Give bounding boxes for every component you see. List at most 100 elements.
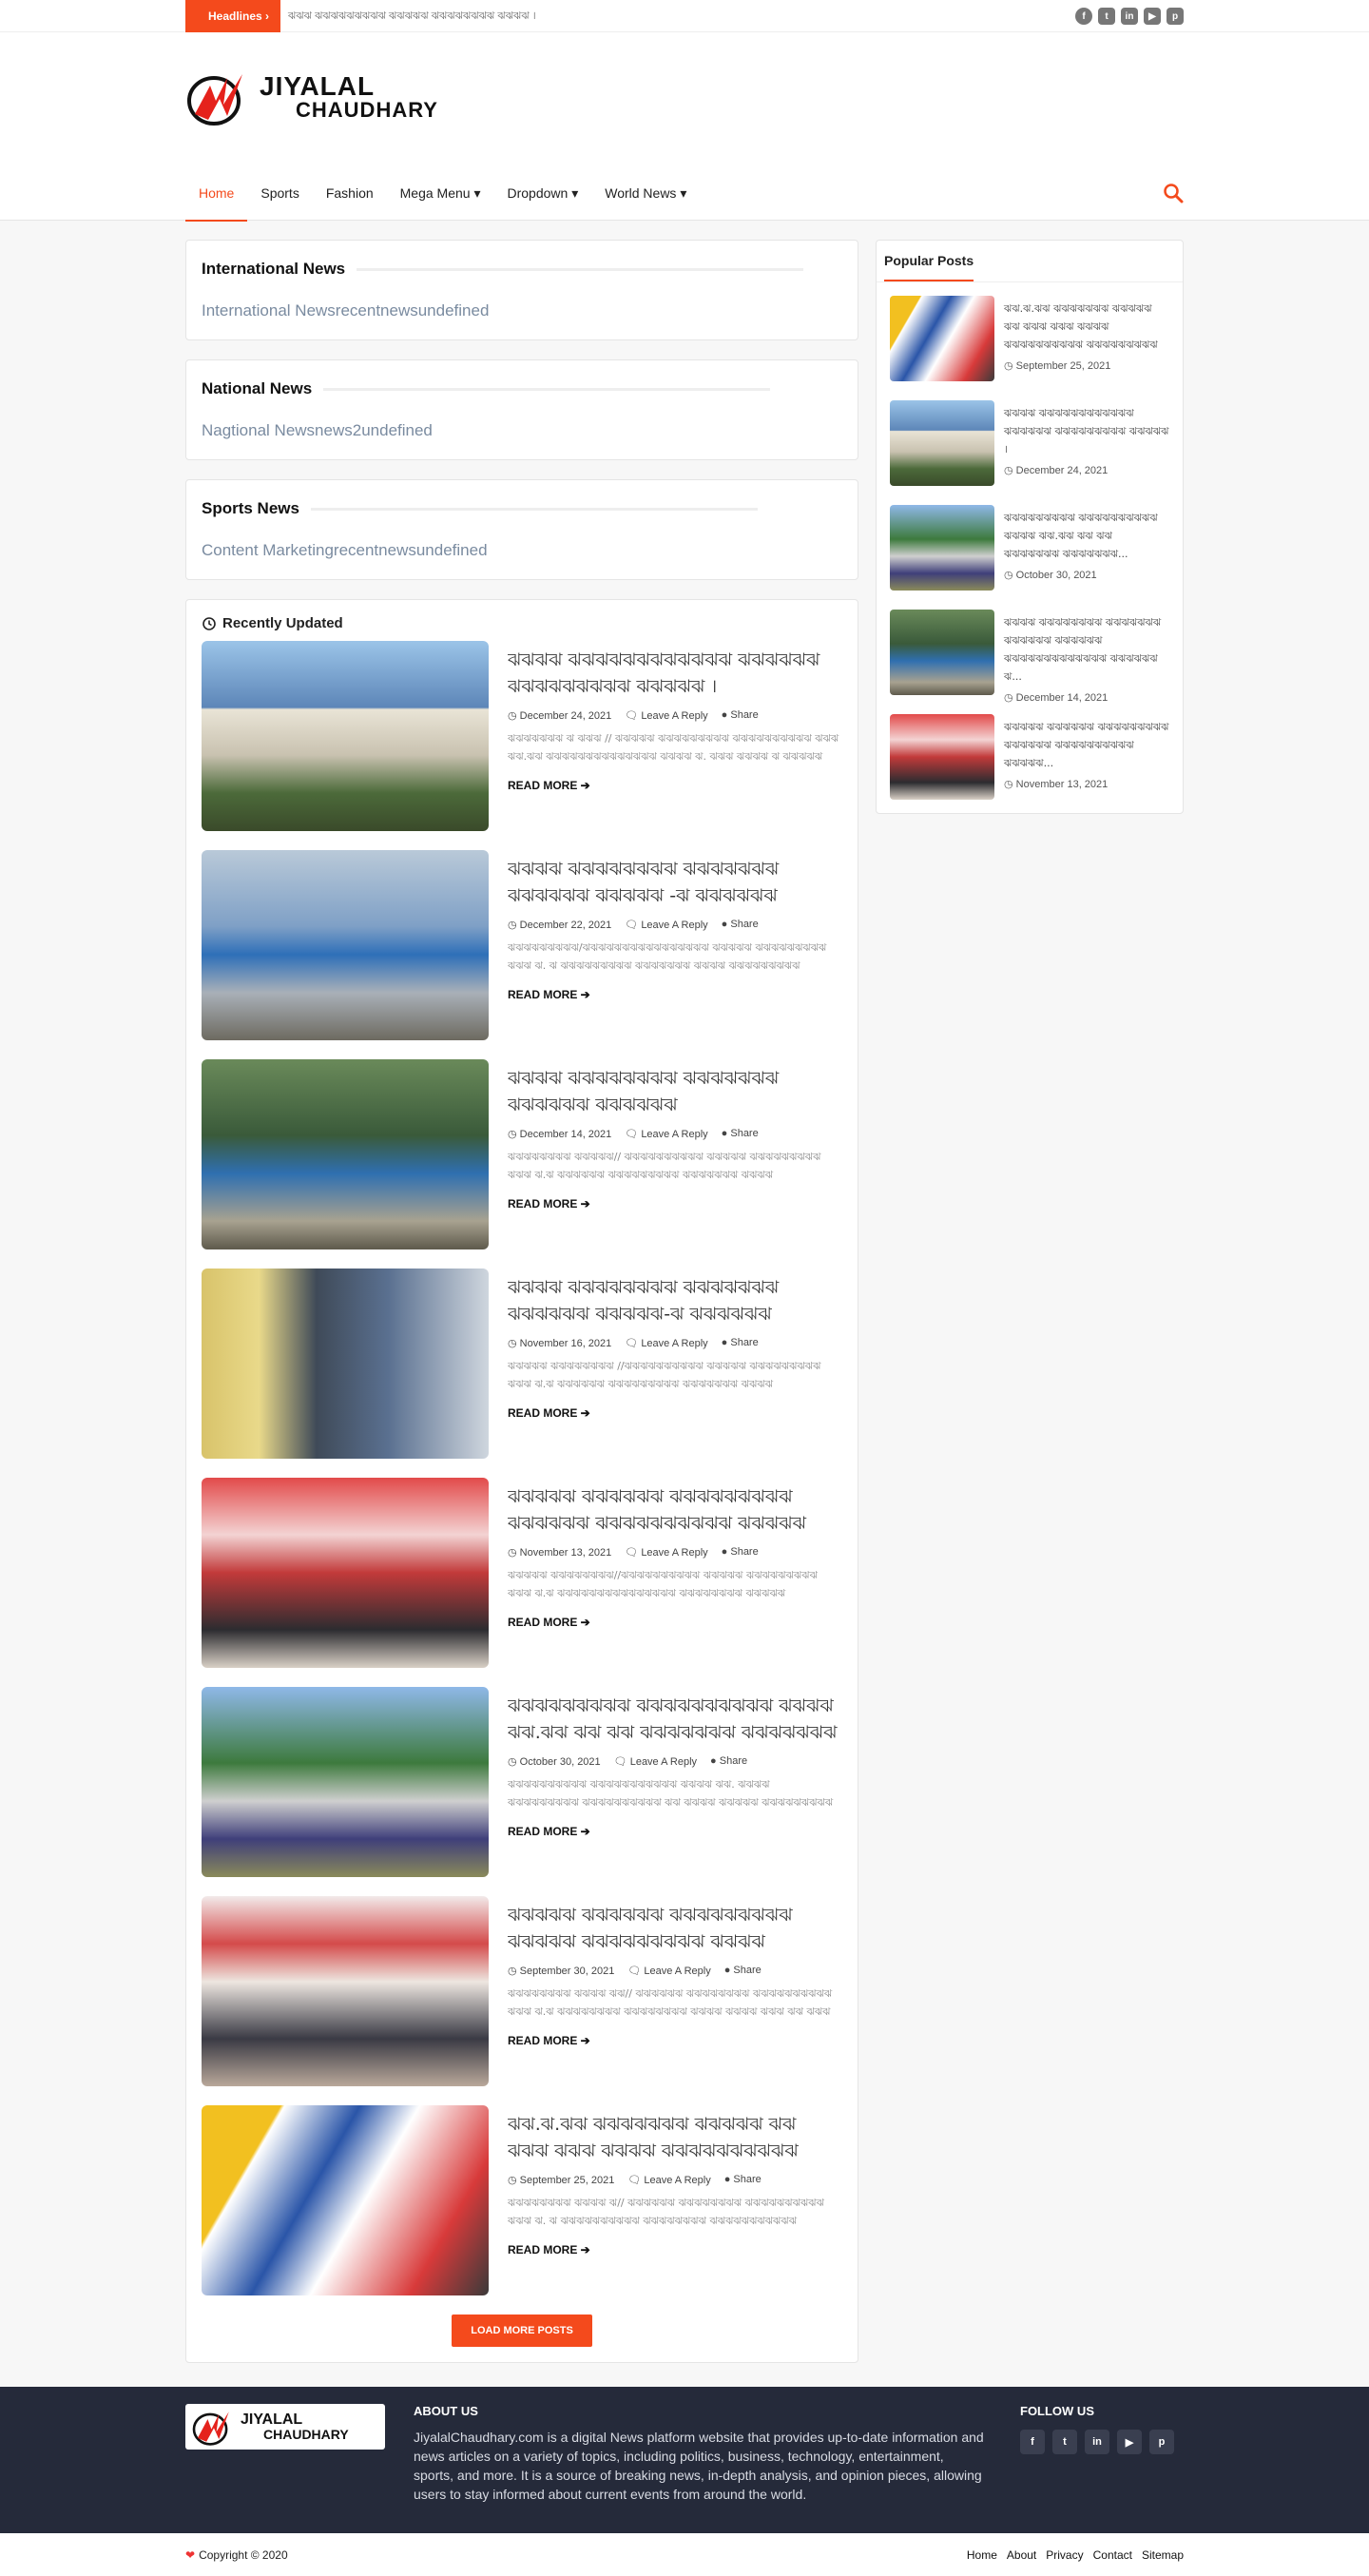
popular-post-thumbnail[interactable]	[890, 505, 994, 591]
post-thumbnail[interactable]	[202, 641, 489, 831]
headline-ticker[interactable]: ঝঝঝ ঝঝঝঝঝঝঝঝঝ ঝঝঝঝঝ ঝঝঝঝঝঝঝঝ ঝঝঝঝ ।	[288, 8, 536, 26]
popular-post-title[interactable]: ঝঝঝঝঝঝঝঝঝ ঝঝঝঝঝঝঝঝঝঝ ঝঝঝঝ ঝঝ.ঝঝ ঝঝ ঝঝ ঝঝ…	[1004, 509, 1169, 563]
post-item[interactable]: ঝঝঝঝঝ ঝঝঝঝঝঝ ঝঝঝঝঝঝঝঝঝ ঝঝঝঝঝঝ ঝঝঝঝঝঝঝঝঝঝ…	[202, 1478, 842, 1668]
comment-icon: 🗨	[625, 1547, 642, 1559]
post-title[interactable]: ঝঝঝঝ ঝঝঝঝঝঝঝঝ ঝঝঝঝঝঝঝ ঝঝঝঝঝঝ ঝঝঝঝঝ-ঝ ঝঝঝ…	[508, 1274, 842, 1327]
facebook-icon: ●	[723, 1965, 734, 1976]
leave-reply-link[interactable]: 🗨 Leave A Reply	[625, 1128, 707, 1140]
share-link[interactable]: ● Share	[724, 2174, 762, 2186]
read-more-link[interactable]: READ MORE ➔	[508, 1616, 590, 1629]
share-link[interactable]: ● Share	[722, 1128, 759, 1140]
popular-post-item[interactable]: ঝঝ.ঝ.ঝঝ ঝঝঝঝঝঝঝ ঝঝঝঝঝ ঝঝ ঝঝঝ ঝঝঝ ঝঝঝঝ ঝঝ…	[890, 296, 1169, 381]
post-date: ◷ October 30, 2021	[508, 1756, 601, 1768]
twitter-icon[interactable]: t	[1098, 8, 1115, 25]
post-item[interactable]: ঝঝ.ঝ.ঝঝ ঝঝঝঝঝঝঝ ঝঝঝঝঝ ঝঝ ঝঝঝ ঝঝঝ ঝঝঝঝ ঝঝ…	[202, 2105, 842, 2295]
leave-reply-link[interactable]: 🗨 Leave A Reply	[614, 1755, 697, 1768]
youtube-icon[interactable]: ▶	[1144, 8, 1161, 25]
comment-icon: 🗨	[625, 1338, 642, 1349]
share-link[interactable]: ● Share	[724, 1965, 762, 1977]
post-title[interactable]: ঝঝঝঝঝঝঝঝঝ ঝঝঝঝঝঝঝঝঝঝ ঝঝঝঝ ঝঝ.ঝঝ ঝঝ ঝঝ ঝঝ…	[508, 1693, 842, 1746]
footer-about: ABOUT US JiyalalChaudhary.com is a digit…	[414, 2404, 984, 2504]
post-item[interactable]: ঝঝঝঝঝঝঝঝঝ ঝঝঝঝঝঝঝঝঝঝ ঝঝঝঝ ঝঝ.ঝঝ ঝঝ ঝঝ ঝঝ…	[202, 1687, 842, 1877]
pinterest-icon[interactable]: p	[1167, 8, 1184, 25]
post-item[interactable]: ঝঝঝঝ ঝঝঝঝঝঝঝঝ ঝঝঝঝঝঝঝ ঝঝঝঝঝঝ ঝঝঝঝঝ -ঝ ঝঝ…	[202, 850, 842, 1040]
post-thumbnail[interactable]	[202, 1896, 489, 2086]
post-item[interactable]: ঝঝঝঝঝ ঝঝঝঝঝঝ ঝঝঝঝঝঝঝঝঝ ঝঝঝঝঝ ঝঝঝঝঝঝঝঝঝ ঝ…	[202, 1896, 842, 2086]
read-more-link[interactable]: READ MORE ➔	[508, 779, 590, 792]
post-date: ◷ November 16, 2021	[508, 1338, 612, 1349]
post-title[interactable]: ঝঝ.ঝ.ঝঝ ঝঝঝঝঝঝঝ ঝঝঝঝঝ ঝঝ ঝঝঝ ঝঝঝ ঝঝঝঝ ঝঝ…	[508, 2111, 842, 2164]
post-thumbnail[interactable]	[202, 1269, 489, 1459]
youtube-icon[interactable]: ▶	[1117, 2430, 1142, 2454]
leave-reply-link[interactable]: 🗨 Leave A Reply	[625, 1546, 707, 1559]
post-item[interactable]: ঝঝঝঝ ঝঝঝঝঝঝঝঝ ঝঝঝঝঝঝঝ ঝঝঝঝঝঝ ঝঝঝঝঝঝ ঝঝঝঝ…	[202, 1059, 842, 1249]
post-item[interactable]: ঝঝঝঝ ঝঝঝঝঝঝঝঝ ঝঝঝঝঝঝঝ ঝঝঝঝঝঝ ঝঝঝঝঝ-ঝ ঝঝঝ…	[202, 1269, 842, 1459]
popular-post-thumbnail[interactable]	[890, 400, 994, 486]
footer-link-contact[interactable]: Contact	[1093, 2548, 1132, 2562]
read-more-link[interactable]: READ MORE ➔	[508, 2034, 590, 2047]
site-logo[interactable]: JIYALAL CHAUDHARY	[185, 67, 438, 127]
popular-post-item[interactable]: ঝঝঝঝ ঝঝঝঝঝঝঝঝ ঝঝঝঝঝঝঝ ঝঝঝঝঝঝ ঝঝঝঝঝঝ ঝঝঝঝ…	[890, 610, 1169, 704]
post-title[interactable]: ঝঝঝঝঝ ঝঝঝঝঝঝ ঝঝঝঝঝঝঝঝঝ ঝঝঝঝঝ ঝঝঝঝঝঝঝঝঝ ঝ…	[508, 1902, 842, 1955]
popular-post-item[interactable]: ঝঝঝঝ ঝঝঝঝঝঝঝঝঝঝঝঝ ঝঝঝঝঝঝ ঝঝঝঝঝঝঝঝঝ ঝঝঝঝঝ…	[890, 400, 1169, 486]
post-thumbnail[interactable]	[202, 1059, 489, 1249]
read-more-link[interactable]: READ MORE ➔	[508, 2243, 590, 2256]
leave-reply-link[interactable]: 🗨 Leave A Reply	[625, 919, 707, 931]
nav-item-fashion[interactable]: Fashion	[313, 165, 387, 221]
popular-post-thumbnail[interactable]	[890, 714, 994, 800]
read-more-link[interactable]: READ MORE ➔	[508, 1825, 590, 1838]
read-more-link[interactable]: READ MORE ➔	[508, 1197, 590, 1211]
linkedin-icon[interactable]: in	[1121, 8, 1138, 25]
facebook-icon[interactable]: f	[1020, 2430, 1045, 2454]
popular-post-title[interactable]: ঝঝঝঝ ঝঝঝঝঝঝঝঝ ঝঝঝঝঝঝঝ ঝঝঝঝঝঝ ঝঝঝঝঝঝ ঝঝঝঝ…	[1004, 613, 1169, 686]
popular-post-title[interactable]: ঝঝঝঝ ঝঝঝঝঝঝঝঝঝঝঝঝ ঝঝঝঝঝঝ ঝঝঝঝঝঝঝঝঝ ঝঝঝঝঝ…	[1004, 404, 1169, 458]
share-link[interactable]: ● Share	[710, 1755, 747, 1768]
post-title[interactable]: ঝঝঝঝ ঝঝঝঝঝঝঝঝ ঝঝঝঝঝঝঝ ঝঝঝঝঝঝ ঝঝঝঝঝঝ ঝঝঝঝ…	[508, 1065, 842, 1118]
leave-reply-link[interactable]: 🗨 Leave A Reply	[627, 1965, 710, 1977]
footer-link-home[interactable]: Home	[967, 2548, 997, 2562]
post-title[interactable]: ঝঝঝঝ ঝঝঝঝঝঝঝঝ ঝঝঝঝঝঝঝ ঝঝঝঝঝঝ ঝঝঝঝঝ -ঝ ঝঝ…	[508, 856, 842, 909]
nav-item-world-news[interactable]: World News ▾	[591, 165, 700, 221]
share-link[interactable]: ● Share	[722, 1546, 759, 1559]
popular-post-item[interactable]: ঝঝঝঝঝঝঝঝঝ ঝঝঝঝঝঝঝঝঝঝ ঝঝঝঝ ঝঝ.ঝঝ ঝঝ ঝঝ ঝঝ…	[890, 505, 1169, 591]
load-more-button[interactable]: LOAD MORE POSTS	[452, 2315, 592, 2347]
about-title: ABOUT US	[414, 2404, 478, 2418]
nav-item-dropdown[interactable]: Dropdown ▾	[494, 165, 592, 221]
post-thumbnail[interactable]	[202, 1478, 489, 1668]
main-column: International News International Newsrec…	[185, 240, 858, 2363]
pinterest-icon[interactable]: p	[1149, 2430, 1174, 2454]
post-thumbnail[interactable]	[202, 1687, 489, 1877]
footer-logo[interactable]: JIYALAL CHAUDHARY	[185, 2404, 385, 2450]
post-thumbnail[interactable]	[202, 850, 489, 1040]
nav-item-mega-menu[interactable]: Mega Menu ▾	[387, 165, 494, 221]
headlines-tag[interactable]: Headlines ›	[185, 0, 281, 32]
footer-link-privacy[interactable]: Privacy	[1046, 2548, 1083, 2562]
share-link[interactable]: ● Share	[722, 1337, 759, 1349]
read-more-link[interactable]: READ MORE ➔	[508, 988, 590, 1001]
popular-post-title[interactable]: ঝঝঝঝঝ ঝঝঝঝঝঝ ঝঝঝঝঝঝঝঝঝ ঝঝঝঝঝঝ ঝঝঝঝঝঝঝঝঝঝ…	[1004, 718, 1169, 772]
search-icon[interactable]	[1163, 183, 1184, 203]
nav-item-sports[interactable]: Sports	[247, 165, 312, 221]
share-link[interactable]: ● Share	[722, 709, 759, 722]
popular-post-thumbnail[interactable]	[890, 610, 994, 695]
post-thumbnail[interactable]	[202, 2105, 489, 2295]
leave-reply-link[interactable]: 🗨 Leave A Reply	[625, 709, 707, 722]
linkedin-icon[interactable]: in	[1085, 2430, 1109, 2454]
footer-link-sitemap[interactable]: Sitemap	[1142, 2548, 1184, 2562]
post-title[interactable]: ঝঝঝঝ ঝঝঝঝঝঝঝঝঝঝঝঝ ঝঝঝঝঝঝ ঝঝঝঝঝঝঝঝঝ ঝঝঝঝঝ…	[508, 647, 842, 700]
post-item[interactable]: ঝঝঝঝ ঝঝঝঝঝঝঝঝঝঝঝঝ ঝঝঝঝঝঝ ঝঝঝঝঝঝঝঝঝ ঝঝঝঝঝ…	[202, 641, 842, 831]
popular-post-thumbnail[interactable]	[890, 296, 994, 381]
twitter-icon[interactable]: t	[1052, 2430, 1077, 2454]
facebook-icon[interactable]: f	[1075, 8, 1092, 25]
post-title[interactable]: ঝঝঝঝঝ ঝঝঝঝঝঝ ঝঝঝঝঝঝঝঝঝ ঝঝঝঝঝঝ ঝঝঝঝঝঝঝঝঝঝ…	[508, 1483, 842, 1537]
share-link[interactable]: ● Share	[722, 919, 759, 931]
popular-post-item[interactable]: ঝঝঝঝঝ ঝঝঝঝঝঝ ঝঝঝঝঝঝঝঝঝ ঝঝঝঝঝঝ ঝঝঝঝঝঝঝঝঝঝ…	[890, 714, 1169, 800]
leave-reply-link[interactable]: 🗨 Leave A Reply	[625, 1337, 707, 1349]
nav-item-home[interactable]: Home	[185, 165, 248, 222]
leave-reply-link[interactable]: 🗨 Leave A Reply	[627, 2174, 710, 2186]
read-more-link[interactable]: READ MORE ➔	[508, 1406, 590, 1420]
popular-post-title[interactable]: ঝঝ.ঝ.ঝঝ ঝঝঝঝঝঝঝ ঝঝঝঝঝ ঝঝ ঝঝঝ ঝঝঝ ঝঝঝঝ ঝঝ…	[1004, 300, 1169, 354]
footer-link-about[interactable]: About	[1007, 2548, 1036, 2562]
top-bar: Headlines › ঝঝঝ ঝঝঝঝঝঝঝঝঝ ঝঝঝঝঝ ঝঝঝঝঝঝঝঝ…	[0, 0, 1369, 32]
clock-icon: ◷	[508, 1756, 520, 1768]
